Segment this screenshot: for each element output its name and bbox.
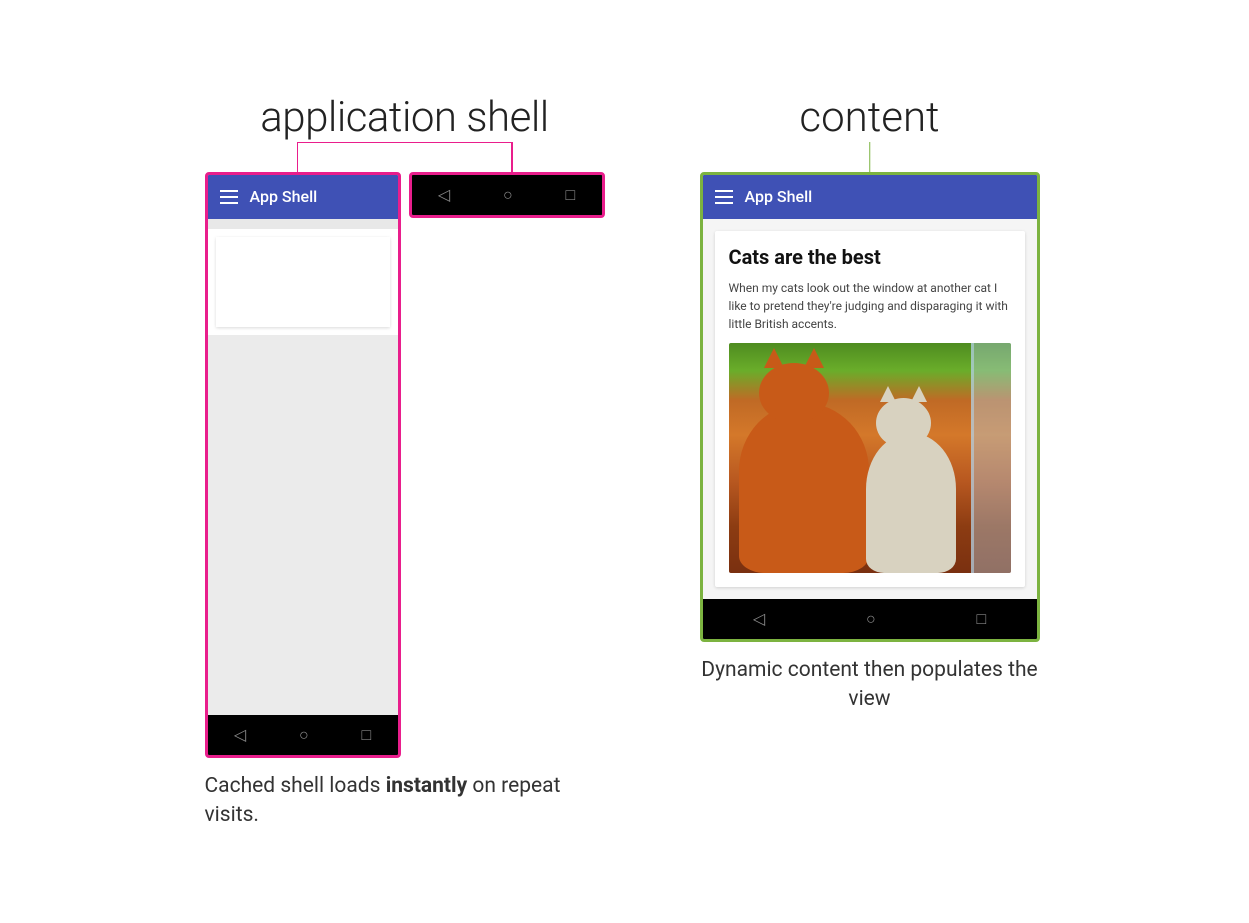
content-card-3: Cats are the best When my cats look out …	[715, 231, 1025, 587]
phone1-card	[216, 237, 390, 327]
home-btn-p2[interactable]: ○	[503, 185, 513, 205]
h-line-pink	[297, 142, 513, 144]
index-icon: i	[422, 217, 440, 218]
hamburger-line3	[220, 202, 238, 204]
hamburger-icon-3	[715, 190, 733, 204]
cat2-ear-right	[911, 386, 927, 402]
hamburger-line1	[220, 190, 238, 192]
back-btn-p3[interactable]: ◁	[753, 609, 765, 628]
cat1-body	[739, 403, 869, 573]
right-caption: Dynamic content then populates the view	[700, 656, 1040, 715]
article-title: Cats are the best	[729, 245, 1011, 269]
hamburger-line2	[220, 196, 238, 198]
right-section: content App Shell Cats are the best When…	[680, 93, 1060, 715]
phone2-bottom-nav: ◁ ○ □	[412, 175, 602, 215]
phone3-bottom-nav: ◁ ○ □	[703, 599, 1037, 639]
recent-btn-p1[interactable]: □	[361, 725, 371, 745]
caption-instantly: instantly	[386, 774, 467, 798]
content-section-label: content	[799, 93, 939, 142]
home-btn-p1[interactable]: ○	[299, 725, 309, 745]
phone1-gap	[208, 219, 398, 229]
cat2-ear-left	[880, 386, 896, 402]
app-shell-section-label: application shell	[260, 93, 548, 142]
ham-line1	[715, 190, 733, 192]
article-body: When my cats look out the window at anot…	[729, 279, 1011, 333]
cat2-body	[866, 433, 956, 573]
back-btn-p2[interactable]: ◁	[438, 185, 450, 204]
cat1-ear-right	[804, 348, 824, 368]
recent-btn-p3[interactable]: □	[976, 609, 986, 629]
back-btn-p1[interactable]: ◁	[234, 725, 246, 744]
connector-horiz	[201, 142, 609, 172]
phone1-bottom-nav: ◁ ○ □	[208, 715, 398, 755]
cat2-head	[876, 398, 931, 448]
main-layout: application shell App Shell	[30, 93, 1219, 831]
hamburger-icon	[220, 190, 238, 204]
cat1-ear-left	[764, 348, 784, 368]
caption-left-part1: Cached shell loads	[205, 774, 386, 798]
v-line-right	[511, 142, 513, 172]
phone3-title: App Shell	[745, 187, 813, 206]
phone-1: App Shell ◁ ○ □	[205, 172, 401, 758]
phone1-content-area	[208, 229, 398, 335]
window-frame	[971, 343, 1011, 573]
phones-wrapper: App Shell ◁ ○ □	[205, 172, 605, 758]
phone3-content-area: Cats are the best When my cats look out …	[703, 219, 1037, 599]
phone-3: App Shell Cats are the best When my cats…	[700, 172, 1040, 642]
phone1-title: App Shell	[250, 187, 318, 206]
recent-btn-p2[interactable]: □	[565, 185, 575, 205]
phone1-navbar: App Shell	[208, 175, 398, 219]
phone-2: App shell i Index i URL 1	[409, 172, 605, 218]
cat-image	[729, 343, 1011, 573]
v-line-left	[297, 142, 299, 172]
left-section: application shell App Shell	[190, 93, 620, 831]
green-vert-line	[869, 142, 871, 172]
ham-line3	[715, 202, 733, 204]
home-btn-p3[interactable]: ○	[866, 609, 876, 629]
cat1-head	[759, 363, 829, 423]
phone3-navbar: App Shell	[703, 175, 1037, 219]
green-connector	[700, 142, 1040, 172]
ham-line2	[715, 196, 733, 198]
left-caption: Cached shell loads instantly on repeat v…	[205, 772, 605, 831]
phone1-body	[208, 335, 398, 715]
